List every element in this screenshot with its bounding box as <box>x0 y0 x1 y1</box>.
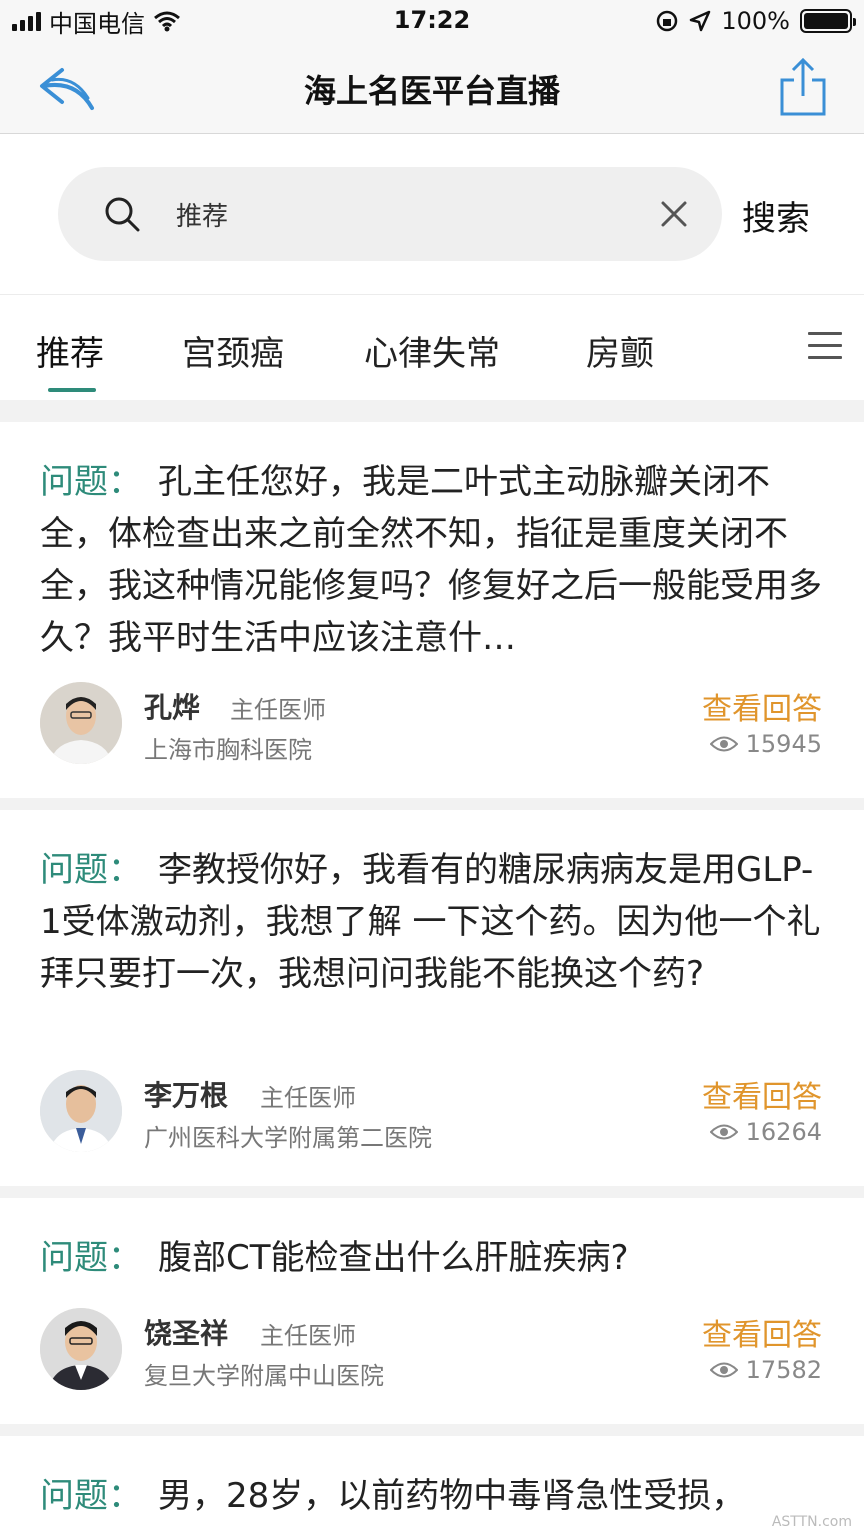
status-bar: 中国电信 17:22 100% <box>0 0 864 44</box>
question-label: 问题： <box>40 1476 142 1516</box>
search-button[interactable]: 搜索 <box>742 191 810 240</box>
doctor-name: 孔烨 <box>144 691 201 724</box>
view-answer-button[interactable]: 查看回答 <box>702 684 822 728</box>
tab-atrial-fibrillation[interactable]: 房颤 <box>586 326 654 375</box>
view-count: 15945 <box>709 730 822 758</box>
search-icon <box>105 197 140 232</box>
battery-percent: 100% <box>721 7 790 35</box>
question-text: 问题： 孔主任您好，我是二叶式主动脉瓣关闭不全，体检查出来之前全然不知，指征是重度… <box>40 456 824 664</box>
doctor-title: 主任医师 <box>230 696 326 724</box>
battery-icon <box>800 9 856 33</box>
tab-cervical-cancer[interactable]: 宫颈癌 <box>182 326 284 375</box>
avatar <box>40 682 122 764</box>
qa-card[interactable]: 问题： 腹部CT能检查出什么肝脏疾病? 饶圣祥 主任医师 复旦大学附属中山医院 查… <box>0 1198 864 1424</box>
question-content: 孔主任您好，我是二叶式主动脉瓣关闭不全，体检查出来之前全然不知，指征是重度关闭不… <box>40 462 822 658</box>
view-count: 16264 <box>709 1118 822 1146</box>
eye-icon <box>709 1362 738 1378</box>
navigation-bar: 海上名医平台直播 <box>0 44 864 134</box>
question-label: 问题： <box>40 1238 142 1278</box>
hospital-name: 复旦大学附属中山医院 <box>144 1362 384 1390</box>
hospital-name: 上海市胸科医院 <box>144 736 312 764</box>
search-input[interactable] <box>176 189 616 239</box>
eye-icon <box>709 1124 738 1140</box>
question-content: 男，28岁，以前药物中毒肾急性受损， <box>158 1476 746 1516</box>
qa-card[interactable]: 问题： 李教授你好，我看有的糖尿病病友是用GLP-1受体激动剂，我想了解 一下这个… <box>0 810 864 1186</box>
question-text: 问题： 男，28岁，以前药物中毒肾急性受损， <box>40 1470 824 1530</box>
search-area: 搜索 <box>0 135 864 295</box>
view-count-value: 17582 <box>745 1356 822 1384</box>
card-divider <box>0 798 864 810</box>
card-divider <box>0 1186 864 1198</box>
eye-icon <box>709 736 738 752</box>
view-count-value: 16264 <box>745 1118 822 1146</box>
tab-arrhythmia[interactable]: 心律失常 <box>364 326 500 375</box>
question-label: 问题： <box>40 850 142 890</box>
question-label: 问题： <box>40 462 142 502</box>
view-answer-button[interactable]: 查看回答 <box>702 1310 822 1354</box>
avatar <box>40 1070 122 1152</box>
tab-recommended[interactable]: 推荐 <box>36 326 104 375</box>
doctor-title: 主任医师 <box>260 1322 356 1350</box>
view-count: 17582 <box>709 1356 822 1384</box>
clear-icon[interactable] <box>660 200 688 228</box>
doctor-name: 饶圣祥 <box>144 1317 229 1350</box>
card-divider <box>0 1424 864 1436</box>
qa-card[interactable]: 问题： 孔主任您好，我是二叶式主动脉瓣关闭不全，体检查出来之前全然不知，指征是重度… <box>0 422 864 798</box>
hospital-name: 广州医科大学附属第二医院 <box>144 1124 432 1152</box>
active-tab-indicator <box>48 388 96 392</box>
category-tabs: 推荐 宫颈癌 心律失常 房颤 <box>0 296 864 400</box>
question-text: 问题： 腹部CT能检查出什么肝脏疾病? <box>40 1232 824 1284</box>
view-count-value: 15945 <box>745 730 822 758</box>
qa-card[interactable]: 问题： 男，28岁，以前药物中毒肾急性受损， <box>0 1436 864 1536</box>
menu-icon[interactable] <box>808 332 842 360</box>
status-right: 100% <box>655 6 856 36</box>
question-content: 腹部CT能检查出什么肝脏疾病? <box>158 1238 629 1278</box>
view-answer-button[interactable]: 查看回答 <box>702 1072 822 1116</box>
page-title: 海上名医平台直播 <box>303 72 560 110</box>
share-icon[interactable] <box>778 56 828 118</box>
search-box[interactable] <box>58 167 722 261</box>
doctor-name: 李万根 <box>144 1079 229 1112</box>
rotation-lock-icon <box>657 10 678 32</box>
question-content: 李教授你好，我看有的糖尿病病友是用GLP-1受体激动剂，我想了解 一下这个药。因… <box>40 850 821 994</box>
section-divider <box>0 400 864 422</box>
question-text: 问题： 李教授你好，我看有的糖尿病病友是用GLP-1受体激动剂，我想了解 一下这个… <box>40 844 824 1000</box>
location-icon <box>690 10 711 32</box>
doctor-title: 主任医师 <box>260 1084 356 1112</box>
avatar <box>40 1308 122 1390</box>
watermark: ASTTN.com <box>771 1514 852 1530</box>
